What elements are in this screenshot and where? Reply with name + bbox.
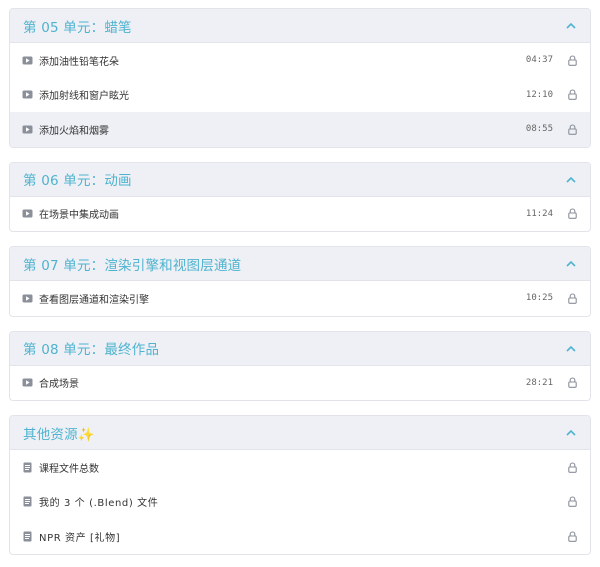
section-title: 第 05 单元：蜡笔 <box>23 19 132 36</box>
section-header[interactable]: 第 05 单元：蜡笔 <box>10 9 590 43</box>
lock-icon <box>567 496 578 508</box>
section-other-resources: 其他资源✨ 课程文件总数 我的 3 个 (.Blend) 文件 NPR 资产 [… <box>9 415 591 555</box>
lesson-title: 合成场景 <box>39 379 79 391</box>
chevron-up-icon[interactable] <box>564 426 578 440</box>
resource-row[interactable]: 我的 3 个 (.Blend) 文件 <box>10 485 590 520</box>
lesson-duration: 11:24 <box>525 208 553 219</box>
lock-icon <box>567 89 578 101</box>
lesson-title: 查看图层通道和渲染引擎 <box>39 294 149 306</box>
lesson-duration: 08:55 <box>525 124 553 135</box>
section-unit-07: 第 07 单元：渲染引擎和视图层通道 查看图层通道和渲染引擎 10:25 <box>9 246 591 317</box>
video-play-icon <box>21 123 33 135</box>
lesson-row[interactable]: 添加油性铅笔花朵 04:37 <box>10 43 590 78</box>
lesson-duration: 04:37 <box>525 55 553 66</box>
lesson-duration: 12:10 <box>525 89 553 100</box>
lesson-title: 在场景中集成动画 <box>39 210 119 222</box>
lock-icon <box>567 55 578 66</box>
video-play-icon <box>21 89 33 101</box>
chevron-up-icon[interactable] <box>564 341 578 355</box>
lesson-title: 添加油性铅笔花朵 <box>39 56 119 68</box>
lesson-title: 添加射线和窗户眩光 <box>39 91 129 103</box>
section-title: 第 08 单元：最终作品 <box>23 342 160 358</box>
resource-row[interactable]: 课程文件总数 <box>10 450 590 485</box>
lesson-row[interactable]: 添加射线和窗户眩光 12:10 <box>10 78 590 113</box>
section-header[interactable]: 第 08 单元：最终作品 <box>10 331 590 366</box>
chevron-up-icon[interactable] <box>564 172 578 186</box>
resource-title: 我的 3 个 (.Blend) 文件 <box>39 498 159 510</box>
course-curriculum: 第 05 单元：蜡笔 添加油性铅笔花朵 04:37 添加射线和窗户眩光 12:1… <box>0 0 600 567</box>
video-play-icon <box>21 54 33 66</box>
resource-row[interactable]: NPR 资产 [礼物] <box>10 519 590 554</box>
section-header[interactable]: 第 06 单元：动画 <box>10 162 590 197</box>
resource-title: NPR 资产 [礼物] <box>39 532 121 544</box>
section-unit-08: 第 08 单元：最终作品 合成场景 28:21 <box>9 330 591 401</box>
resource-title: 课程文件总数 <box>39 463 99 475</box>
lesson-row[interactable]: 合成场景 28:21 <box>10 366 590 401</box>
lock-icon <box>567 462 578 473</box>
video-play-icon <box>21 208 33 220</box>
lesson-title: 添加火焰和烟雾 <box>39 125 109 137</box>
sparkles-icon: ✨ <box>77 426 95 443</box>
section-title: 第 07 单元：渲染引擎和视图层通道 <box>23 257 242 274</box>
video-play-icon <box>21 292 33 304</box>
chevron-up-icon[interactable] <box>564 257 578 271</box>
section-header[interactable]: 第 07 单元：渲染引擎和视图层通道 <box>10 247 590 281</box>
section-unit-05: 第 05 单元：蜡笔 添加油性铅笔花朵 04:37 添加射线和窗户眩光 12:1… <box>9 8 591 148</box>
lock-icon <box>567 124 578 135</box>
document-icon <box>21 530 33 542</box>
lesson-row[interactable]: 在场景中集成动画 11:24 <box>10 197 590 232</box>
lock-icon <box>567 208 578 220</box>
lesson-row[interactable]: 添加火焰和烟雾 08:55 <box>10 112 590 147</box>
document-icon <box>21 461 33 473</box>
lock-icon <box>567 531 578 542</box>
document-icon <box>21 496 33 508</box>
lesson-duration: 10:25 <box>525 293 553 304</box>
chevron-up-icon[interactable] <box>564 19 578 33</box>
lesson-row[interactable]: 查看图层通道和渲染引擎 10:25 <box>10 281 590 316</box>
section-title-text: 其他资源 <box>23 426 78 443</box>
lesson-duration: 28:21 <box>525 377 553 388</box>
video-play-icon <box>21 377 33 389</box>
lock-icon <box>567 293 578 304</box>
section-title: 第 06 单元：动画 <box>23 173 132 189</box>
section-unit-06: 第 06 单元：动画 在场景中集成动画 11:24 <box>9 161 591 232</box>
lock-icon <box>567 377 578 389</box>
section-header[interactable]: 其他资源✨ <box>10 416 590 450</box>
section-title: 其他资源✨ <box>23 423 95 443</box>
